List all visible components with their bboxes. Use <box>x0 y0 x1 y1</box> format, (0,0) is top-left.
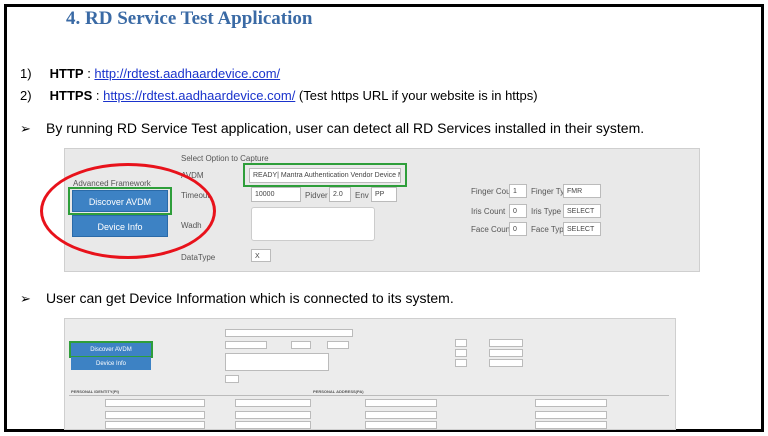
list-number: 1) <box>20 66 32 81</box>
avdm-select-small[interactable] <box>225 329 353 337</box>
pi-field[interactable] <box>105 421 205 429</box>
pa-field[interactable] <box>535 399 607 407</box>
finger-type-select[interactable]: FMR <box>563 184 601 198</box>
list-number: 2) <box>20 88 32 103</box>
pidver-select[interactable]: 2.0 <box>329 187 351 202</box>
pa-field[interactable] <box>365 411 437 419</box>
pi-field[interactable] <box>235 421 311 429</box>
arrow-bullet-icon: ➢ <box>20 291 31 306</box>
face-type-select-small[interactable] <box>489 359 523 367</box>
list-item-https: 2) HTTPS : https://rdtest.aadhaardevice.… <box>20 88 538 103</box>
bullet-device-info: ➢ User can get Device Information which i… <box>20 290 454 307</box>
bullet-text: By running RD Service Test application, … <box>46 120 645 136</box>
bullet-detect-services: ➢ By running RD Service Test application,… <box>20 120 644 137</box>
list-separator: : <box>92 88 104 103</box>
env-label: Env <box>355 191 369 200</box>
pi-field[interactable] <box>105 399 205 407</box>
face-count-label: Face Count <box>471 225 513 234</box>
pi-field[interactable] <box>235 411 311 419</box>
face-type-select[interactable]: SELECT <box>563 222 601 236</box>
timeout-select[interactable]: 10000 <box>251 187 301 202</box>
iris-type-select[interactable]: SELECT <box>563 204 601 218</box>
pidver-label: Pidver <box>305 191 328 200</box>
iris-type-label: Iris Type <box>531 207 562 216</box>
red-highlight-circle <box>40 163 216 259</box>
list-item-http: 1) HTTP : http://rdtest.aadhaardevice.co… <box>20 66 280 81</box>
datatype-select[interactable]: X <box>251 249 271 262</box>
http-link[interactable]: http://rdtest.aadhaardevice.com/ <box>94 66 280 81</box>
iris-count-select-small[interactable] <box>455 349 467 357</box>
datatype-label: DataType <box>181 253 216 262</box>
wadh-textarea-small[interactable] <box>225 353 329 371</box>
list-separator: : <box>83 66 95 81</box>
device-info-button-small[interactable]: Device Info <box>71 357 151 370</box>
https-link[interactable]: https://rdtest.aadhaardevice.com/ <box>103 88 295 103</box>
bullet-text: User can get Device Information which is… <box>46 290 454 306</box>
select-option-label: Select Option to Capture <box>181 154 269 163</box>
iris-type-select-small[interactable] <box>489 349 523 357</box>
pi-field[interactable] <box>235 399 311 407</box>
arrow-bullet-icon: ➢ <box>20 121 31 136</box>
iris-count-label: Iris Count <box>471 207 506 216</box>
timeout-select-small[interactable] <box>225 341 267 349</box>
personal-identity-heading: PERSONAL IDENTITY(PI) <box>71 389 119 394</box>
finger-count-select[interactable]: 1 <box>509 184 527 198</box>
pa-field[interactable] <box>535 411 607 419</box>
section-divider <box>69 395 669 396</box>
datatype-select-small[interactable] <box>225 375 239 383</box>
face-count-select[interactable]: 0 <box>509 222 527 236</box>
list-label: HTTP <box>49 66 84 81</box>
face-count-select-small[interactable] <box>455 359 467 367</box>
pa-field[interactable] <box>365 421 437 429</box>
device-info-screenshot: Discover AVDM Device Info PERSONAL IDENT… <box>64 318 676 430</box>
list-note: (Test https URL if your website is in ht… <box>295 88 538 103</box>
finger-count-select-small[interactable] <box>455 339 467 347</box>
wadh-textarea[interactable] <box>251 207 375 241</box>
pidver-select-small[interactable] <box>291 341 311 349</box>
pi-field[interactable] <box>105 411 205 419</box>
personal-address-heading: PERSONAL ADDRESS(PA) <box>313 389 364 394</box>
env-select[interactable]: PP <box>371 187 397 202</box>
avdm-select[interactable]: READY| Mantra Authentication Vendor Devi… <box>249 168 401 183</box>
env-select-small[interactable] <box>327 341 349 349</box>
finger-type-select-small[interactable] <box>489 339 523 347</box>
list-label: HTTPS <box>49 88 93 103</box>
section-heading: 4. RD Service Test Application <box>66 8 313 29</box>
pa-field[interactable] <box>535 421 607 429</box>
iris-count-select[interactable]: 0 <box>509 204 527 218</box>
discover-avdm-button-small[interactable]: Discover AVDM <box>69 341 153 358</box>
pa-field[interactable] <box>365 399 437 407</box>
document-page: 4. RD Service Test Application 1) HTTP :… <box>18 0 746 430</box>
